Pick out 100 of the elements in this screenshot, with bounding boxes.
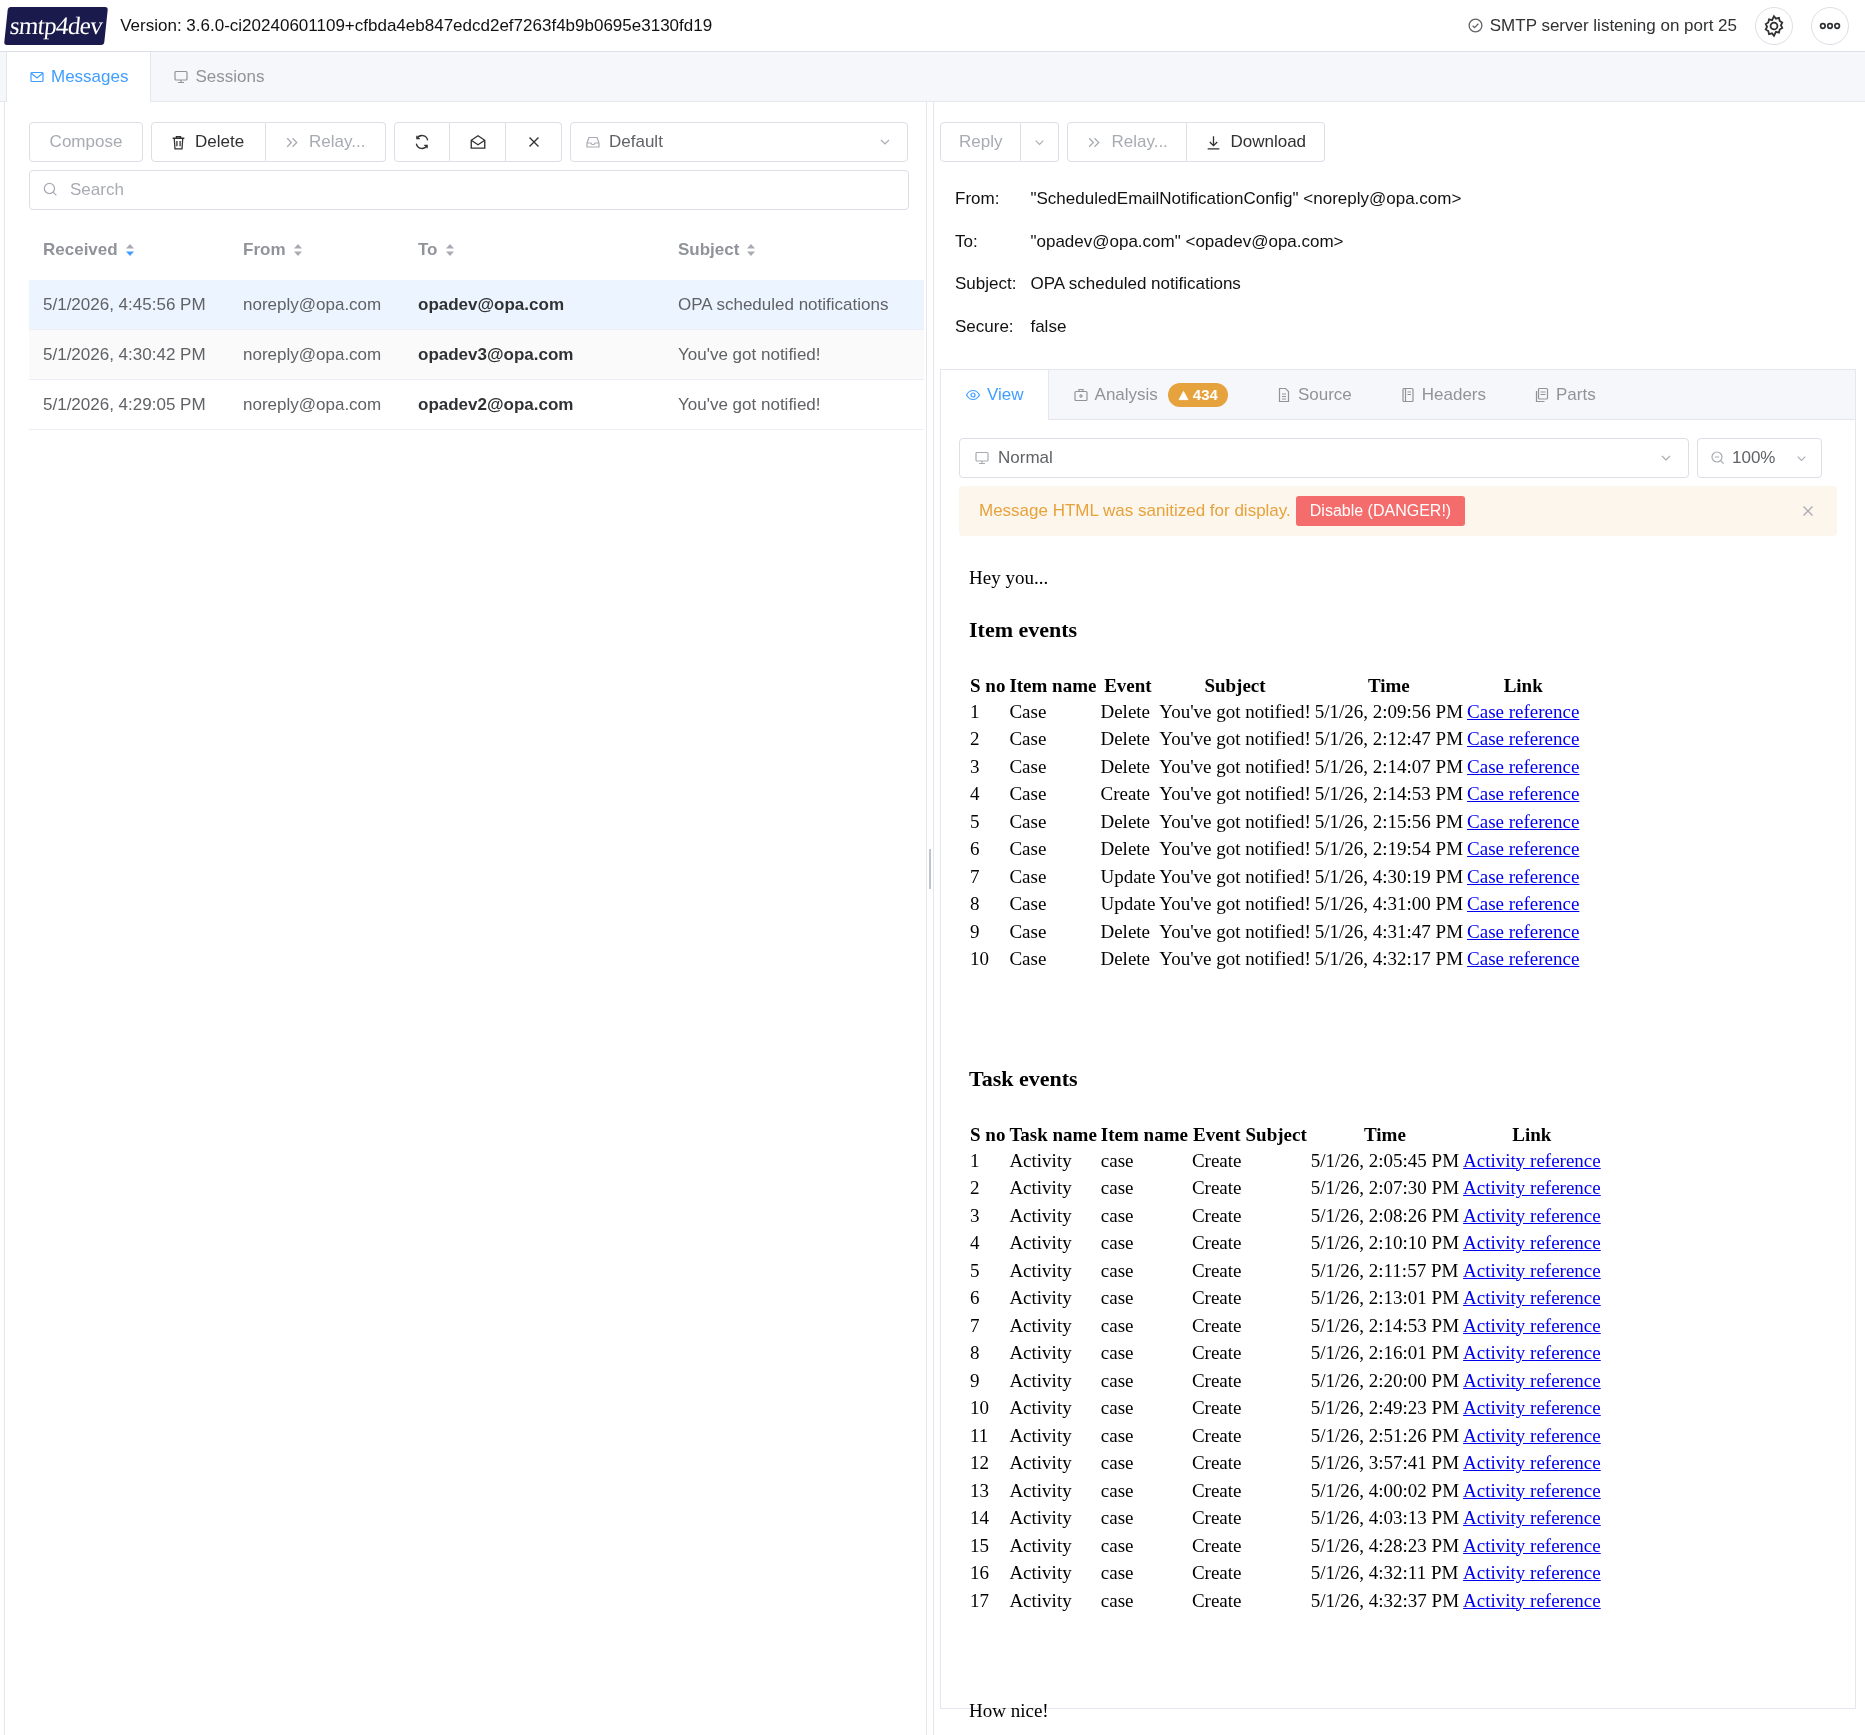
table-cell: case xyxy=(1100,1507,1134,1528)
table-cell: 17 xyxy=(970,1589,989,1611)
view-mode-select[interactable]: Normal xyxy=(959,438,1689,478)
view-mode-value: Normal xyxy=(998,447,1054,470)
table-cell: 1 xyxy=(970,700,980,722)
table-cell: Create xyxy=(1191,1589,1242,1611)
table-cell: Update xyxy=(1100,893,1156,914)
table-cell: 5/1/26, 2:14:07 PM xyxy=(1314,755,1464,777)
mailbox-select[interactable]: Default xyxy=(570,122,908,162)
table-cell: 8 xyxy=(970,893,980,914)
table-cell: Delete xyxy=(1100,948,1151,969)
table-cell: Create xyxy=(1191,1424,1242,1446)
zoom-select[interactable]: 100% xyxy=(1697,438,1822,478)
reference-link[interactable]: Activity reference xyxy=(1463,1589,1601,1611)
table-cell: 13 xyxy=(970,1479,989,1501)
email-heading: Item events xyxy=(969,615,1079,644)
table-cell: Update xyxy=(1100,865,1156,887)
mark-read-button[interactable] xyxy=(450,122,506,162)
table-cell: 5/1/26, 2:12:47 PM xyxy=(1314,728,1464,749)
table-cell: Create xyxy=(1191,1342,1242,1363)
mailbox-value: Default xyxy=(609,131,664,154)
delete-button[interactable]: Delete xyxy=(151,122,266,162)
reference-link[interactable]: Activity reference xyxy=(1463,1562,1601,1583)
table-cell: You've got notified! xyxy=(1159,838,1311,859)
reference-link[interactable]: Activity reference xyxy=(1463,1479,1601,1501)
reference-link[interactable]: Activity reference xyxy=(1463,1314,1601,1336)
field-label: Subject: xyxy=(955,273,1017,295)
table-cell: Case xyxy=(1009,893,1047,914)
reference-link[interactable]: Case reference xyxy=(1467,810,1580,832)
reference-link[interactable]: Activity reference xyxy=(1463,1424,1601,1446)
table-cell: 8 xyxy=(970,1342,980,1363)
reference-link[interactable]: Activity reference xyxy=(1463,1177,1601,1198)
table-cell: Activity xyxy=(1009,1562,1072,1583)
table-cell: You've got notified! xyxy=(1159,810,1311,832)
table-cell-text: noreply@opa.com xyxy=(243,343,383,366)
message-row[interactable]: 5/1/2026, 4:30:42 PM noreply@opa.com opadev3@opa.com You've got notified! xyxy=(29,330,924,380)
table-cell: 16 xyxy=(970,1562,989,1583)
table-cell: Create xyxy=(1191,1232,1242,1253)
reference-link[interactable]: Activity reference xyxy=(1463,1342,1601,1363)
table-cell-text: You've got notified! xyxy=(678,393,822,416)
table-cell: case xyxy=(1100,1149,1134,1171)
more-icon xyxy=(1818,21,1842,30)
download-button[interactable]: Download xyxy=(1187,122,1326,162)
settings-icon xyxy=(1762,13,1786,38)
column-header: Time xyxy=(1366,673,1411,697)
zoom-value: 100% xyxy=(1732,447,1777,470)
table-cell: case xyxy=(1100,1479,1134,1501)
reference-link[interactable]: Activity reference xyxy=(1463,1204,1601,1226)
table-cell: Create xyxy=(1191,1369,1242,1391)
reference-link[interactable]: Case reference xyxy=(1467,783,1580,804)
reference-link[interactable]: Case reference xyxy=(1467,948,1580,969)
check-circle-icon xyxy=(1466,17,1484,34)
logo: smtp4dev xyxy=(4,6,109,45)
table-cell: 5/1/26, 4:32:37 PM xyxy=(1310,1589,1460,1611)
table-cell: Create xyxy=(1191,1534,1242,1556)
table-cell: 5/1/26, 2:49:23 PM xyxy=(1310,1397,1460,1418)
reference-link[interactable]: Case reference xyxy=(1467,728,1580,749)
table-cell: case xyxy=(1100,1452,1134,1473)
table-cell: 7 xyxy=(970,1314,980,1336)
stacked-pages-icon xyxy=(1534,387,1551,403)
table-cell: Activity xyxy=(1009,1287,1072,1308)
reference-link[interactable]: Case reference xyxy=(1467,700,1580,722)
table-cell: 12 xyxy=(970,1452,989,1473)
table-cell: 2 xyxy=(970,1177,980,1198)
reference-link[interactable]: Activity reference xyxy=(1463,1369,1601,1391)
table-cell: case xyxy=(1100,1314,1134,1336)
reference-link[interactable]: Activity reference xyxy=(1463,1149,1601,1171)
table-cell: case xyxy=(1100,1424,1134,1446)
table-cell-text: You've got notified! xyxy=(678,343,822,366)
column-header: Time xyxy=(1362,1122,1407,1146)
reference-link[interactable]: Case reference xyxy=(1467,755,1580,777)
table-cell: 2 xyxy=(970,728,980,749)
table-cell: You've got notified! xyxy=(1159,865,1311,887)
reference-link[interactable]: Case reference xyxy=(1467,865,1580,887)
reference-link[interactable]: Activity reference xyxy=(1463,1397,1601,1418)
reference-link[interactable]: Case reference xyxy=(1467,838,1580,859)
reference-link[interactable]: Activity reference xyxy=(1463,1287,1601,1308)
clear-button[interactable] xyxy=(506,122,562,162)
table-cell: 10 xyxy=(970,948,989,969)
table-cell: Create xyxy=(1191,1397,1242,1418)
table-cell: case xyxy=(1100,1177,1134,1198)
reference-link[interactable]: Activity reference xyxy=(1463,1534,1601,1556)
table-cell: 5/1/26, 2:51:26 PM xyxy=(1310,1424,1460,1446)
table-cell: Create xyxy=(1191,1562,1242,1583)
reference-link[interactable]: Activity reference xyxy=(1463,1452,1601,1473)
mail-icon xyxy=(29,69,45,85)
reference-link[interactable]: Activity reference xyxy=(1463,1232,1601,1253)
reference-link[interactable]: Case reference xyxy=(1467,920,1580,942)
search-field[interactable]: Search xyxy=(29,170,909,210)
email-heading: Task events xyxy=(969,1064,1079,1093)
refresh-button[interactable] xyxy=(394,122,450,162)
table-cell: You've got notified! xyxy=(1159,783,1311,804)
reference-link[interactable]: Case reference xyxy=(1467,893,1580,914)
table-cell: Create xyxy=(1191,1259,1242,1281)
medical-kit-icon xyxy=(1072,387,1089,403)
message-row[interactable]: 5/1/2026, 4:45:56 PM noreply@opa.com opadev@opa.com OPA scheduled notifications xyxy=(29,280,924,330)
reference-link[interactable]: Activity reference xyxy=(1463,1259,1601,1281)
reference-link[interactable]: Activity reference xyxy=(1463,1507,1601,1528)
table-cell: case xyxy=(1100,1397,1134,1418)
table-cell: 5/1/26, 2:07:30 PM xyxy=(1310,1177,1460,1198)
